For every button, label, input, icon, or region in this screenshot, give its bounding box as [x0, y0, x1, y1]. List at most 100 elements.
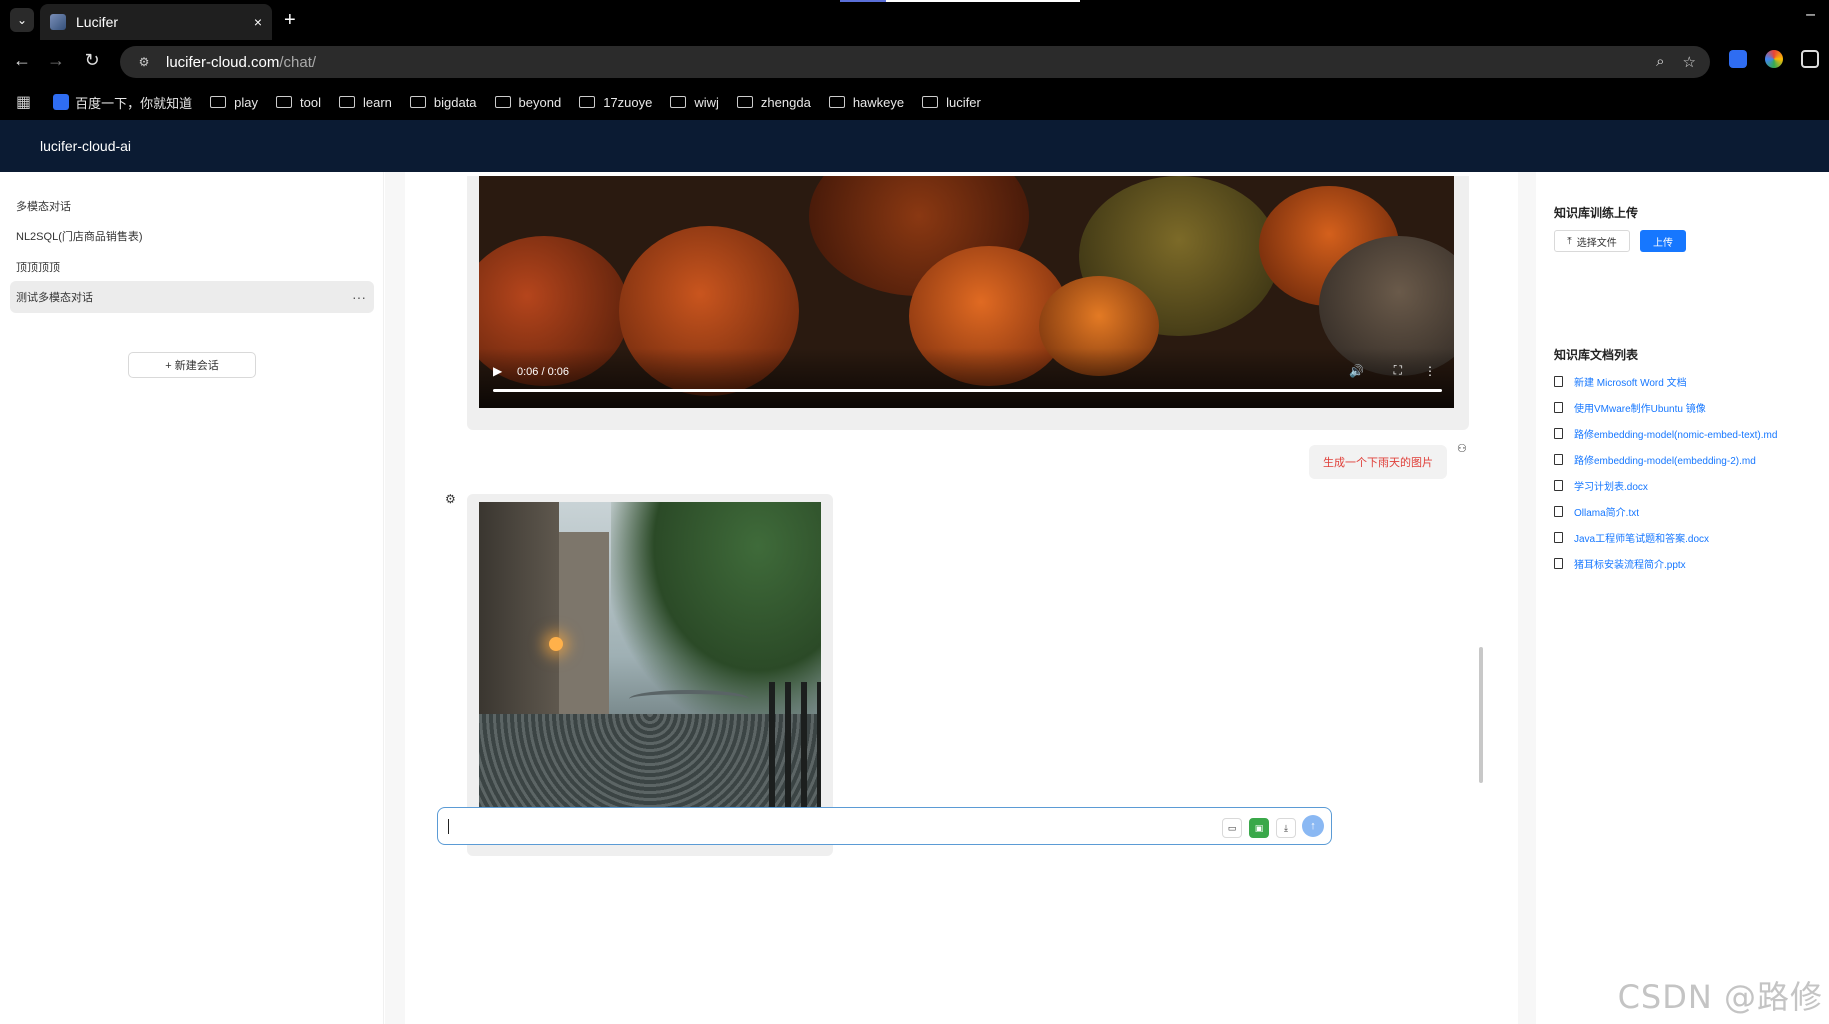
document-link[interactable]: 路修embedding-model(embedding-2).md: [1554, 450, 1756, 468]
reload-icon[interactable]: ↻: [80, 50, 104, 71]
bookmark-folder-hawkeye[interactable]: hawkeye: [828, 95, 904, 110]
chat-gutter-left: [385, 172, 405, 1024]
conversation-label: 顶顶顶顶: [16, 262, 60, 274]
folder-icon: [828, 96, 845, 108]
upload-icon: ⤒: [1567, 235, 1572, 247]
document-link[interactable]: 路修embedding-model(nomic-embed-text).md: [1554, 424, 1777, 442]
tab-search-button[interactable]: ⌄: [10, 8, 34, 32]
bookmark-folder-wiwj[interactable]: wiwj: [670, 95, 719, 110]
bookmark-folder-play[interactable]: play: [210, 95, 258, 110]
conversation-item[interactable]: NL2SQL(门店商品销售表): [10, 220, 374, 252]
url-host: lucifer-cloud.com: [166, 53, 280, 71]
folder-icon: [210, 96, 227, 108]
more-options-icon[interactable]: ···: [352, 289, 366, 305]
user-avatar-icon: ⚇: [1457, 443, 1467, 455]
upload-section-title: 知识库训练上传: [1554, 206, 1639, 220]
back-icon[interactable]: ←: [10, 50, 34, 71]
file-icon: [1554, 557, 1563, 569]
chat-gutter-right: [1518, 172, 1536, 1024]
apps-grid-icon[interactable]: ▦: [16, 92, 31, 112]
generated-rain-image[interactable]: [479, 502, 821, 844]
video-progress-bar[interactable]: [493, 389, 1442, 392]
more-vertical-icon[interactable]: ⋮: [1424, 364, 1436, 378]
image-message-card: [467, 494, 833, 856]
bookmark-folder-bigdata[interactable]: bigdata: [409, 95, 477, 110]
conversation-label: 测试多模态对话: [16, 292, 93, 304]
bookmark-baidu[interactable]: 百度一下，你就知道: [53, 93, 192, 112]
video-time: 0:06 / 0:06: [517, 366, 569, 378]
file-icon: [1554, 531, 1563, 543]
folder-icon: [922, 96, 939, 108]
text-caret: [448, 819, 449, 834]
browser-tab[interactable]: Lucifer ×: [40, 4, 272, 40]
volume-icon[interactable]: 🔊: [1349, 364, 1364, 378]
csdn-watermark: CSDN @路修: [1617, 978, 1823, 1016]
folder-icon: [276, 96, 292, 108]
document-link[interactable]: Java工程师笔试题和答案.docx: [1554, 528, 1709, 546]
extensions-puzzle-icon[interactable]: [1801, 50, 1819, 68]
conversation-label: NL2SQL(门店商品销售表): [16, 231, 143, 243]
bookmarks-bar: ▦ 百度一下，你就知道 play tool learn bigdata beyo…: [0, 84, 1829, 120]
file-icon: [1554, 427, 1563, 439]
video-player[interactable]: ▶ 0:06 / 0:06 🔊 ⛶ ⋮: [479, 176, 1454, 408]
browser-toolbar: ← → ↻ ⚙ lucifer-cloud.com /chat/ ⌕ ☆: [0, 40, 1829, 84]
folder-icon: [494, 96, 511, 108]
bookmark-folder-zhengda[interactable]: zhengda: [736, 95, 811, 110]
forward-icon[interactable]: →: [44, 50, 68, 71]
file-icon: [1554, 479, 1563, 491]
folder-icon: [409, 96, 426, 108]
download-icon[interactable]: ⤓: [1276, 818, 1296, 838]
baidu-icon: [53, 94, 70, 110]
file-icon: [1554, 401, 1563, 413]
chat-scrollbar[interactable]: [1479, 647, 1483, 783]
select-file-button[interactable]: ⤒ 选择文件: [1554, 230, 1630, 252]
browser-tab-strip: ⌄ Lucifer × + –: [0, 0, 1829, 40]
address-bar[interactable]: ⚙ lucifer-cloud.com /chat/ ⌕ ☆: [120, 46, 1710, 78]
upload-button[interactable]: 上传: [1640, 230, 1686, 252]
close-tab-icon[interactable]: ×: [254, 14, 262, 30]
bookmark-folder-learn[interactable]: learn: [338, 95, 392, 110]
minimize-button[interactable]: –: [1806, 6, 1815, 24]
bookmark-folder-beyond[interactable]: beyond: [494, 95, 561, 110]
play-icon[interactable]: ▶: [493, 364, 502, 378]
conversation-item[interactable]: 顶顶顶顶: [10, 251, 374, 283]
tab-title: Lucifer: [76, 14, 119, 30]
document-link[interactable]: 猪耳标安装流程简介.pptx: [1554, 554, 1686, 572]
video-upload-icon[interactable]: ▭: [1222, 818, 1242, 838]
document-link[interactable]: 学习计划表.docx: [1554, 476, 1648, 494]
bot-avatar-icon: ⚙: [445, 492, 456, 506]
video-controls: ▶ 0:06 / 0:06 🔊 ⛶ ⋮: [479, 348, 1454, 408]
document-link[interactable]: 使用VMware制作Ubuntu 镜像: [1554, 398, 1706, 416]
bookmark-folder-tool[interactable]: tool: [276, 95, 321, 110]
url-path: /chat/: [279, 53, 317, 71]
document-link[interactable]: Ollama简介.txt: [1554, 502, 1639, 520]
zoom-icon[interactable]: ⌕: [1656, 53, 1664, 71]
send-button[interactable]: ↑: [1302, 815, 1324, 837]
conversation-sidebar: 多模态对话 NL2SQL(门店商品销售表) 顶顶顶顶 测试多模态对话 ··· +…: [0, 172, 384, 1024]
site-info-icon[interactable]: ⚙: [134, 52, 154, 72]
folder-icon: [338, 96, 355, 108]
conversation-label: 多模态对话: [16, 201, 71, 213]
bookmark-star-icon[interactable]: ☆: [1683, 53, 1696, 71]
translate-extension-icon[interactable]: [1729, 50, 1747, 68]
bookmark-folder-17zuoye[interactable]: 17zuoye: [579, 95, 652, 110]
chat-input[interactable]: ▭ ▣ ⤓ ↑: [437, 807, 1332, 845]
folder-icon: [579, 96, 596, 108]
folder-icon: [670, 96, 687, 108]
color-extension-icon[interactable]: [1765, 50, 1783, 68]
fullscreen-icon[interactable]: ⛶: [1394, 363, 1402, 378]
app-header: lucifer-cloud-ai: [0, 120, 1829, 172]
knowledge-base-panel: 知识库训练上传 ⤒ 选择文件 上传 知识库文档列表 新建 Microsoft Wo…: [1536, 172, 1829, 1024]
new-tab-button[interactable]: +: [284, 8, 296, 32]
image-upload-icon[interactable]: ▣: [1249, 818, 1269, 838]
user-message-bubble: 生成一个下雨天的图片: [1309, 445, 1447, 479]
file-icon: [1554, 505, 1563, 517]
conversation-item-active[interactable]: 测试多模态对话 ···: [10, 281, 374, 313]
bookmark-folder-lucifer[interactable]: lucifer: [922, 95, 981, 110]
loading-indicator-accent: [840, 0, 886, 2]
video-message-card: ▶ 0:06 / 0:06 🔊 ⛶ ⋮: [467, 176, 1469, 430]
new-chat-button[interactable]: + 新建会话: [128, 352, 256, 378]
document-link[interactable]: 新建 Microsoft Word 文档: [1554, 372, 1687, 390]
conversation-item[interactable]: 多模态对话: [10, 190, 374, 222]
file-icon: [1554, 375, 1563, 387]
